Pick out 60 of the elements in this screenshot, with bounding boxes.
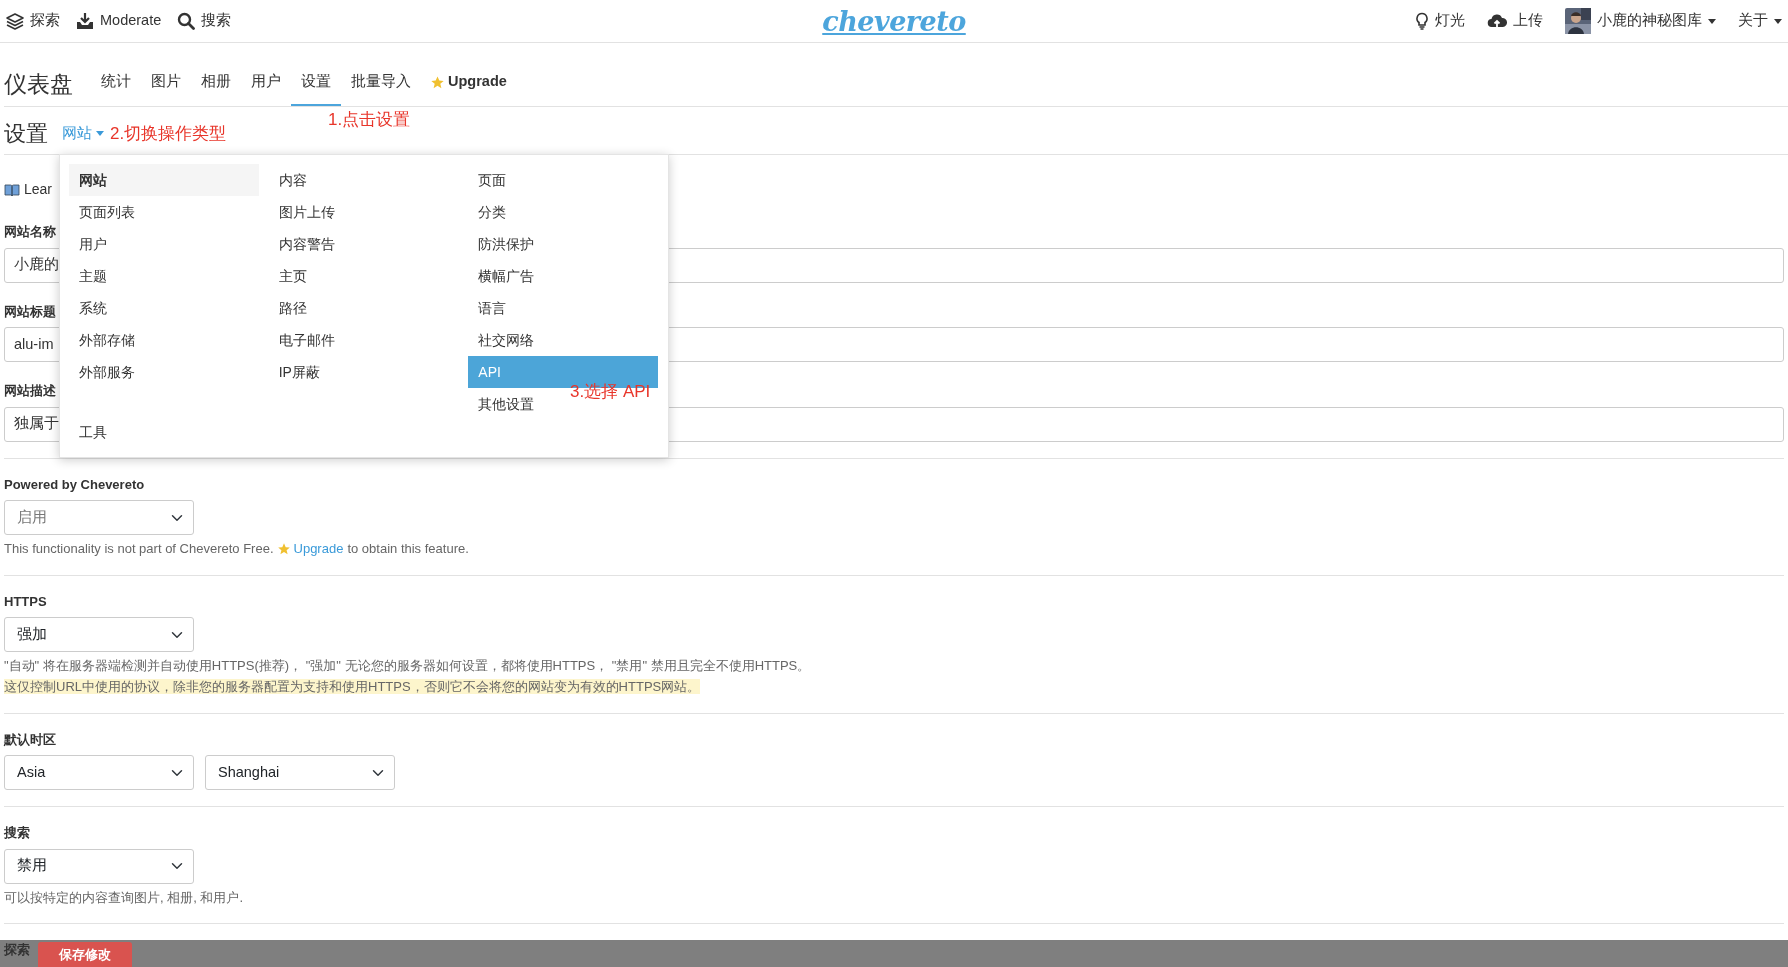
tab[interactable]: 图片 (141, 60, 191, 106)
link-text: Lear (24, 180, 53, 199)
caret-icon (1774, 18, 1782, 24)
tab[interactable]: 批量导入 (341, 60, 421, 106)
save-button[interactable]: 保存修改 (38, 942, 132, 967)
tab[interactable]: Upgrade (421, 60, 517, 106)
annotation: 2.切换操作类型 (110, 122, 227, 145)
menu-item[interactable]: 图片上传 (268, 196, 345, 228)
select-field[interactable]: Shanghai (205, 755, 395, 790)
select-field[interactable]: 禁用 (4, 848, 194, 884)
nav-link[interactable]: 上传 (1487, 10, 1543, 32)
nav-link[interactable]: Moderate (76, 10, 162, 32)
help-text: 可以按特定的内容查询图片, 相册, 和用户. (4, 888, 244, 907)
caret-icon (96, 131, 104, 136)
layers-icon (6, 12, 24, 30)
help-text: "自动" 将在服务器端检测并自动使用HTTPS(推荐)， "强加" 无论您的服务器如何设置，都将使用HTTPS， "禁用" 禁用且完全不使用HTTPS。 (4, 657, 811, 675)
help-text: to obtain this feature. (347, 540, 469, 558)
menu-item[interactable]: 外部存储 (69, 324, 145, 356)
field-label: 搜索 (4, 824, 30, 842)
lightbulb-icon (1415, 12, 1429, 30)
field-label: 网站描述 (4, 382, 56, 400)
warning-note: 这仅控制URL中使用的协议，除非您的服务器配置为支持和使用HTTPS，否则它不会将您的网站变为有效的HTTPS网站。 (4, 678, 701, 694)
tab[interactable]: 相册 (191, 60, 241, 106)
select-field[interactable]: Asia (4, 755, 194, 790)
caret-icon (1708, 18, 1716, 24)
menu-item[interactable]: 内容 (268, 164, 317, 196)
nav-link[interactable]: 灯光 (1415, 10, 1465, 32)
menu-item[interactable]: 路径 (268, 292, 317, 324)
star-icon (277, 542, 290, 555)
menu-item[interactable]: 分类 (468, 196, 517, 228)
field-label: HTTPS (4, 592, 47, 611)
star-icon (431, 75, 444, 89)
download-icon (76, 12, 94, 30)
page-title: 仪表盘 (4, 70, 73, 99)
menu-item[interactable]: 语言 (468, 292, 517, 324)
menu-item[interactable]: 社交网络 (468, 324, 545, 356)
menu-item[interactable]: 系统 (69, 292, 117, 324)
help-text: This functionality is not part of Chevereto Free. (4, 540, 274, 558)
menu-item[interactable]: 网站 (69, 164, 259, 196)
select-field[interactable]: 强加 (4, 617, 194, 652)
section-title: 设置 (4, 120, 48, 148)
field-label: 默认时区 (4, 730, 56, 749)
tab[interactable]: 设置 (291, 60, 341, 106)
cloud-upload-icon (1487, 13, 1507, 29)
book-icon (4, 182, 20, 197)
search-icon (177, 12, 196, 30)
field-label: Powered by Chevereto (4, 475, 145, 494)
tab[interactable]: 用户 (241, 60, 291, 106)
nav-link[interactable]: 搜索 (177, 10, 232, 32)
field-label: 探索 (4, 941, 30, 959)
menu-item[interactable]: 页面 (468, 164, 517, 196)
menu-item[interactable]: 电子邮件 (268, 324, 345, 356)
menu-item[interactable]: 页面列表 (69, 196, 145, 228)
annotation: 1.点击设置 (328, 109, 411, 131)
tab[interactable]: 统计 (91, 60, 141, 106)
field-label: 网站名称 (4, 223, 56, 241)
nav-link[interactable]: 小鹿的神秘图库 (1565, 8, 1716, 34)
field-label: 网站标题 (4, 302, 56, 321)
nav-link[interactable]: 关于 (1738, 10, 1782, 32)
nav-link[interactable]: 探索 (6, 10, 60, 32)
